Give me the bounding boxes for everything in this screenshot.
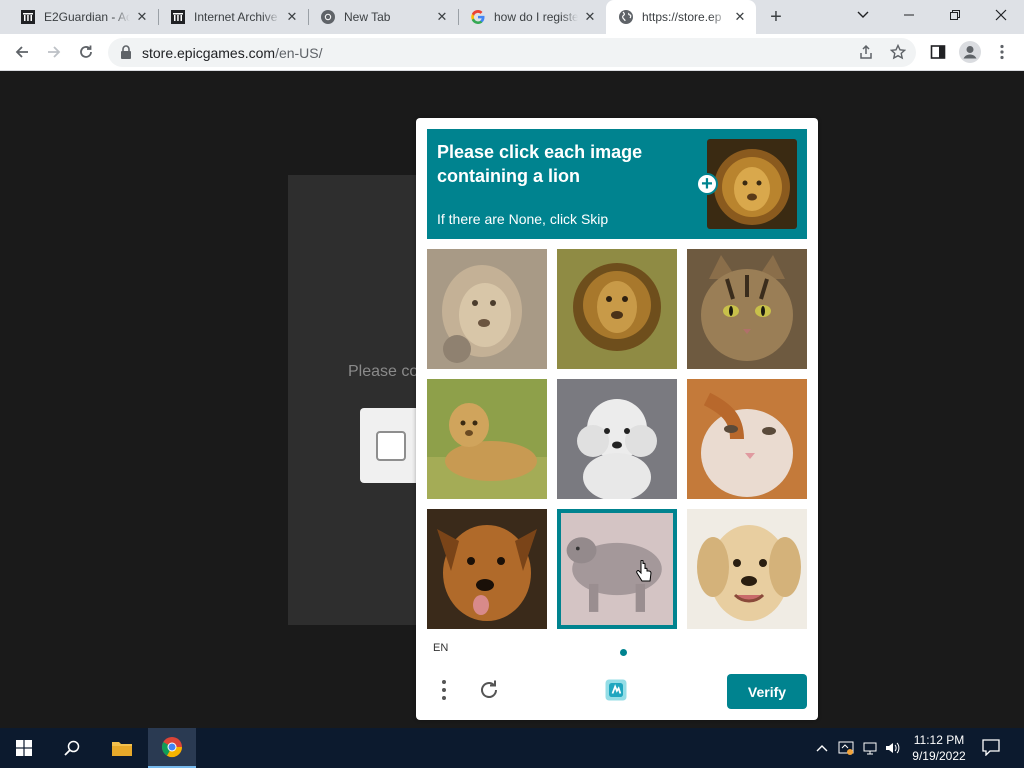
tab-internet-archive[interactable]: Internet Archive ✕ [158,0,308,34]
tray-overflow-chevron-icon[interactable] [814,740,830,756]
tab-title: Internet Archive [194,10,278,24]
captcha-tile-white-poodle[interactable] [557,379,677,499]
chrome-taskbar-icon[interactable] [148,728,196,768]
google-icon [470,9,486,25]
hand-cursor-icon [636,559,652,589]
verify-button[interactable]: Verify [727,674,807,709]
clock-date: 9/19/2022 [912,749,966,763]
tab-title: New Tab [344,10,391,24]
forward-button[interactable] [40,38,68,66]
start-button[interactable] [0,728,48,768]
captcha-tile-orange-cat[interactable] [687,379,807,499]
bookmark-star-icon[interactable] [884,38,912,66]
tab-search-icon[interactable] [840,0,886,30]
url-host: store.epicgames.com [142,45,276,61]
captcha-dialog: Please click each image containing a lio… [416,118,818,720]
search-icon[interactable] [48,728,96,768]
captcha-prompt-banner: Please click each image containing a lio… [427,129,807,239]
captcha-tile-lioness[interactable] [427,249,547,369]
captcha-tile-grey-animal[interactable] [557,509,677,629]
network-icon[interactable] [862,740,878,756]
expand-example-icon[interactable]: + [696,173,718,195]
tab-close-icon[interactable]: ✕ [134,9,150,25]
captcha-tile-lion-cub[interactable] [427,379,547,499]
lock-icon[interactable] [120,45,132,64]
captcha-title: Please click each image containing a lio… [437,142,643,186]
side-panel-icon[interactable] [924,38,952,66]
captcha-tile-brown-dog[interactable] [427,509,547,629]
back-button[interactable] [8,38,36,66]
notification-center-icon[interactable] [982,738,1002,758]
tab-epic-store[interactable]: https://store.ep ✕ [606,0,756,34]
address-bar[interactable]: store.epicgames.com/en-US/ [108,38,916,67]
captcha-tile-tabby-cat[interactable] [687,249,807,369]
tab-close-icon[interactable]: ✕ [284,9,300,25]
globe-icon [618,9,634,25]
chrome-icon [320,9,336,25]
tab-strip: E2Guardian - Ac ✕ Internet Archive ✕ New… [0,0,1024,34]
captcha-tile-lion[interactable] [557,249,677,369]
profile-avatar-icon[interactable] [956,38,984,66]
tab-title: E2Guardian - Ac [44,10,130,24]
refresh-challenge-icon[interactable] [475,676,503,704]
clock-time: 11:12 PM [913,733,965,747]
system-clock[interactable]: 11:12 PM 9/19/2022 [900,732,978,764]
new-tab-button[interactable]: + [764,5,788,29]
tab-close-icon[interactable]: ✕ [434,9,450,25]
tab-new-tab[interactable]: New Tab ✕ [308,0,458,34]
tab-title: how do I registe [494,10,578,24]
restore-button[interactable] [932,0,978,30]
file-explorer-icon[interactable] [98,728,146,768]
captcha-subtitle: If there are None, click Skip [437,211,609,227]
archive-icon [170,9,186,25]
security-alert-icon[interactable] [838,740,854,756]
close-window-button[interactable] [978,0,1024,30]
page-prompt-text: Please co [348,363,419,380]
language-selector[interactable]: EN [433,642,448,654]
tab-e2guardian[interactable]: E2Guardian - Ac ✕ [8,0,158,34]
hcaptcha-logo-icon[interactable] [602,676,630,704]
windows-taskbar: 11:12 PM 9/19/2022 [0,728,1024,768]
tab-google-search[interactable]: how do I registe ✕ [458,0,606,34]
page-indicator-dot [620,649,627,656]
tab-close-icon[interactable]: ✕ [582,9,598,25]
more-options-icon[interactable] [430,676,458,704]
captcha-tile-golden-puppy[interactable] [687,509,807,629]
share-icon[interactable] [852,38,880,66]
minimize-button[interactable] [886,0,932,30]
menu-kebab-icon[interactable] [988,38,1016,66]
browser-toolbar: store.epicgames.com/en-US/ [0,34,1024,71]
reload-button[interactable] [72,38,100,66]
captcha-checkbox[interactable] [376,431,406,461]
volume-icon[interactable] [884,740,900,756]
url-text: store.epicgames.com/en-US/ [142,45,323,61]
url-path: /en-US/ [275,45,323,61]
archive-icon [20,9,36,25]
tab-title: https://store.ep [642,10,722,24]
tab-close-icon[interactable]: ✕ [732,9,748,25]
example-lion-image[interactable] [707,139,797,229]
